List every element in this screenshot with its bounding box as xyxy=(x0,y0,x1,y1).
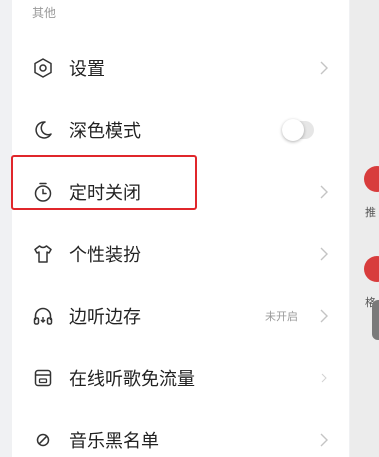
status-text: 未开启 xyxy=(265,310,298,323)
row-label: 设置 xyxy=(69,59,105,80)
chevron-right-icon xyxy=(317,245,331,263)
row-label: 定时关闭 xyxy=(69,183,141,204)
background-text-1: 推 xyxy=(365,206,376,219)
background-red-dot xyxy=(364,256,379,282)
chevron-right-icon xyxy=(317,307,331,325)
row-label: 音乐黑名单 xyxy=(69,431,159,452)
row-personalize[interactable]: 个性装扮 xyxy=(12,223,349,285)
section-title-other: 其他 xyxy=(32,6,57,20)
tshirt-icon xyxy=(32,243,54,265)
row-label: 个性装扮 xyxy=(69,245,141,266)
row-free-data-streaming[interactable]: 在线听歌免流量 xyxy=(12,347,349,409)
sim-card-icon xyxy=(32,367,54,389)
background-red-dot xyxy=(364,166,379,192)
chevron-right-icon xyxy=(317,431,331,449)
row-sleep-timer[interactable]: 定时关闭 xyxy=(12,161,349,223)
row-label: 在线听歌免流量 xyxy=(69,369,195,390)
row-label: 边听边存 xyxy=(69,307,141,328)
dark-mode-toggle[interactable] xyxy=(282,119,314,141)
toggle-knob xyxy=(282,119,304,141)
settings-hexagon-icon xyxy=(32,57,54,79)
row-music-blacklist[interactable]: 音乐黑名单 xyxy=(12,409,349,457)
settings-drawer: 其他 设置 深色模式 定时关闭 个性装扮 边听边存 未开启 在线听歌免流量 音乐… xyxy=(12,0,349,457)
row-dark-mode: 深色模式 xyxy=(12,99,349,161)
row-settings[interactable]: 设置 xyxy=(12,37,349,99)
block-icon xyxy=(32,429,54,451)
moon-icon xyxy=(32,119,54,141)
stopwatch-icon xyxy=(32,181,54,203)
chevron-right-icon xyxy=(317,183,331,201)
headphones-icon xyxy=(32,305,54,327)
row-label: 深色模式 xyxy=(69,121,141,142)
row-listen-and-save[interactable]: 边听边存 未开启 xyxy=(12,285,349,347)
chevron-right-icon xyxy=(317,369,331,387)
background-dark-block xyxy=(372,300,379,340)
background-page-strip: 推 格 xyxy=(350,0,379,457)
chevron-right-icon xyxy=(317,59,331,77)
